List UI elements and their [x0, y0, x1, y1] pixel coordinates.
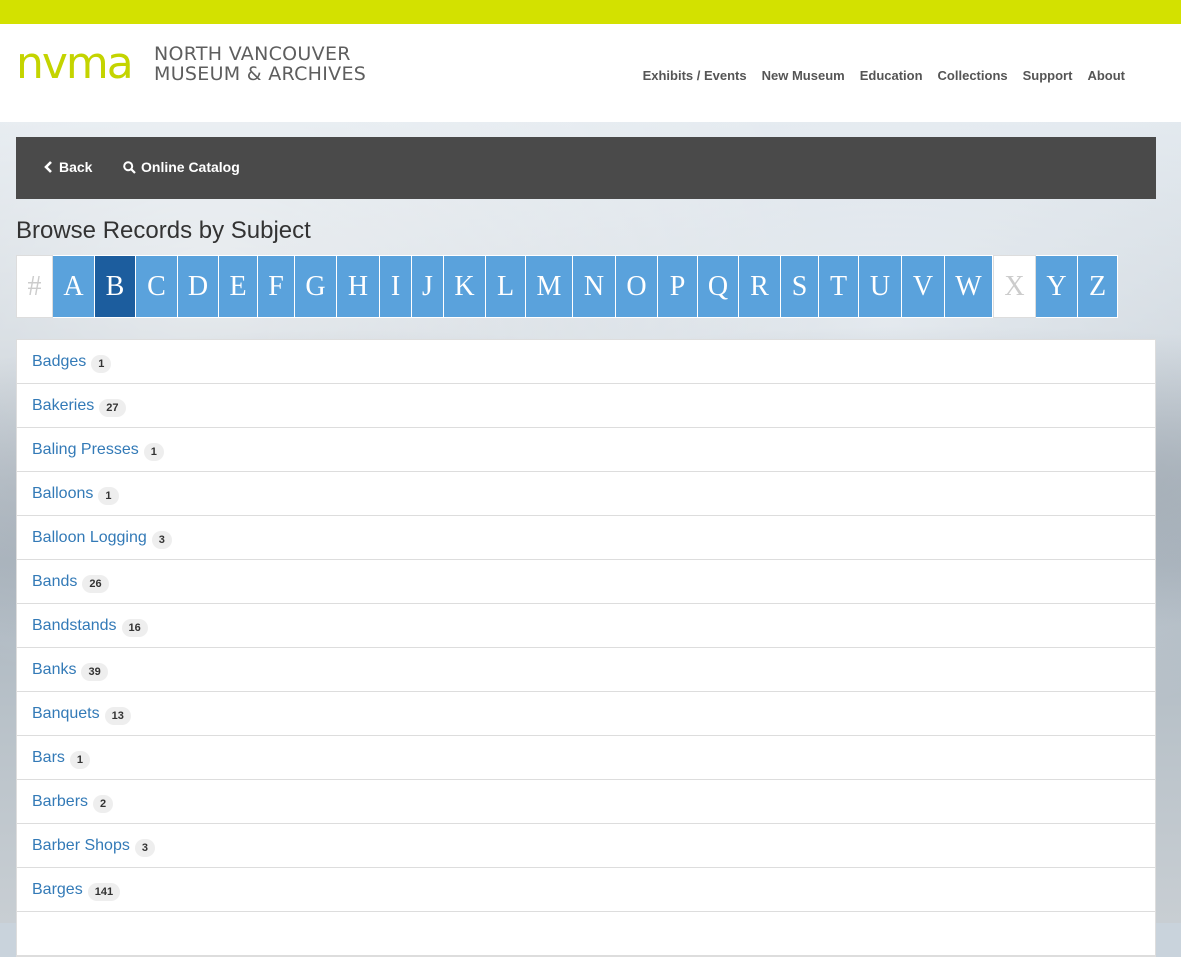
online-catalog-label: Online Catalog	[141, 159, 240, 175]
list-item: Bandstands 16	[17, 604, 1155, 648]
subject-link[interactable]: Barber Shops	[32, 837, 130, 855]
subject-list: Badges 1 Bakeries 27 Baling Presses 1 Balloons…	[16, 339, 1156, 957]
subject-link[interactable]: Badges	[32, 353, 86, 371]
subject-link[interactable]: Balloon Logging	[32, 529, 147, 547]
letter-d[interactable]: D	[178, 255, 219, 318]
count-badge: 2	[93, 794, 114, 813]
letter-j[interactable]: J	[412, 255, 444, 318]
letter-n[interactable]: N	[573, 255, 616, 318]
count-badge: 39	[81, 662, 108, 681]
list-item: Banquets 13	[17, 692, 1155, 736]
letter-hash: #	[16, 255, 53, 318]
subject-link[interactable]: Bakeries	[32, 397, 94, 415]
letter-t[interactable]: T	[819, 255, 859, 318]
letter-y[interactable]: Y	[1036, 255, 1078, 318]
count-badge: 13	[104, 706, 131, 725]
letter-o[interactable]: O	[616, 255, 658, 318]
site-header: nvma NORTH VANCOUVER MUSEUM & ARCHIVES E…	[0, 24, 1181, 122]
letter-k[interactable]: K	[444, 255, 486, 318]
count-badge: 26	[82, 574, 109, 593]
list-item: Barber Shops 3	[17, 824, 1155, 868]
nav-about[interactable]: About	[1087, 68, 1125, 83]
letter-b[interactable]: B	[95, 255, 136, 318]
nav-new-museum[interactable]: New Museum	[762, 68, 845, 83]
subject-link[interactable]: Banks	[32, 661, 76, 679]
letter-l[interactable]: L	[486, 255, 526, 318]
letter-q[interactable]: Q	[698, 255, 739, 318]
letter-m[interactable]: M	[526, 255, 573, 318]
list-item: Badges 1	[17, 340, 1155, 384]
count-badge: 1	[69, 750, 91, 769]
letter-x: X	[993, 255, 1036, 318]
search-icon	[123, 160, 136, 174]
letter-a[interactable]: A	[53, 255, 95, 318]
alphabet-pagination: # A B C D E F G H I J K L M N O P Q R S T U V W X Y Z	[16, 255, 1118, 318]
subject-link[interactable]: Bands	[32, 573, 77, 591]
letter-f[interactable]: F	[258, 255, 295, 318]
back-label: Back	[59, 159, 93, 175]
letter-z[interactable]: Z	[1078, 255, 1118, 318]
list-item: Baling Presses 1	[17, 428, 1155, 472]
count-badge: 1	[98, 486, 119, 505]
subject-link[interactable]: Baling Presses	[32, 441, 139, 459]
letter-c[interactable]: C	[136, 255, 178, 318]
nav-support[interactable]: Support	[1023, 68, 1073, 83]
letter-p[interactable]: P	[658, 255, 698, 318]
list-item: Barbers 2	[17, 780, 1155, 824]
list-item: Balloon Logging 3	[17, 516, 1155, 560]
online-catalog-button[interactable]: Online Catalog	[123, 159, 240, 175]
catalog-toolbar: Back Online Catalog	[16, 137, 1156, 199]
count-badge: 1	[91, 354, 112, 373]
letter-i[interactable]: I	[380, 255, 412, 318]
nav-education[interactable]: Education	[860, 68, 923, 83]
logo-text: NORTH VANCOUVER MUSEUM & ARCHIVES	[154, 44, 366, 84]
letter-r[interactable]: R	[739, 255, 781, 318]
subject-link[interactable]: Banquets	[32, 705, 100, 723]
list-item: Bakeries 27	[17, 384, 1155, 428]
subject-link[interactable]: Barbers	[32, 793, 88, 811]
subject-link[interactable]: Barges	[32, 881, 83, 899]
letter-e[interactable]: E	[219, 255, 258, 318]
count-badge: 16	[121, 618, 148, 637]
letter-h[interactable]: H	[337, 255, 380, 318]
count-badge: 141	[87, 882, 121, 901]
count-badge: 27	[99, 398, 126, 417]
back-button[interactable]: Back	[44, 159, 92, 175]
letter-g[interactable]: G	[295, 255, 337, 318]
logo-mark: nvma	[16, 38, 134, 89]
list-item: Balloons 1	[17, 472, 1155, 516]
letter-w[interactable]: W	[945, 255, 993, 318]
list-item: Bands 26	[17, 560, 1155, 604]
subject-link[interactable]: Bars	[32, 749, 65, 767]
nav-exhibits-events[interactable]: Exhibits / Events	[643, 68, 747, 83]
accent-bar	[0, 0, 1181, 24]
nav-collections[interactable]: Collections	[938, 68, 1008, 83]
count-badge: 1	[143, 442, 164, 461]
letter-v[interactable]: V	[902, 255, 945, 318]
list-item	[17, 912, 1155, 956]
logo-line-1: NORTH VANCOUVER	[154, 43, 351, 65]
list-item: Barges 141	[17, 868, 1155, 912]
logo-line-2: MUSEUM & ARCHIVES	[154, 63, 367, 85]
count-badge: 3	[151, 530, 172, 549]
letter-u[interactable]: U	[859, 255, 902, 318]
subject-link[interactable]: Bandstands	[32, 617, 117, 635]
main-nav: Exhibits / Events New Museum Education C…	[643, 68, 1125, 83]
subject-link[interactable]: Balloons	[32, 485, 93, 503]
chevron-left-icon	[44, 161, 52, 173]
page-title: Browse Records by Subject	[16, 217, 311, 244]
list-item: Bars 1	[17, 736, 1155, 780]
count-badge: 3	[134, 838, 155, 857]
list-item: Banks 39	[17, 648, 1155, 692]
letter-s[interactable]: S	[781, 255, 819, 318]
